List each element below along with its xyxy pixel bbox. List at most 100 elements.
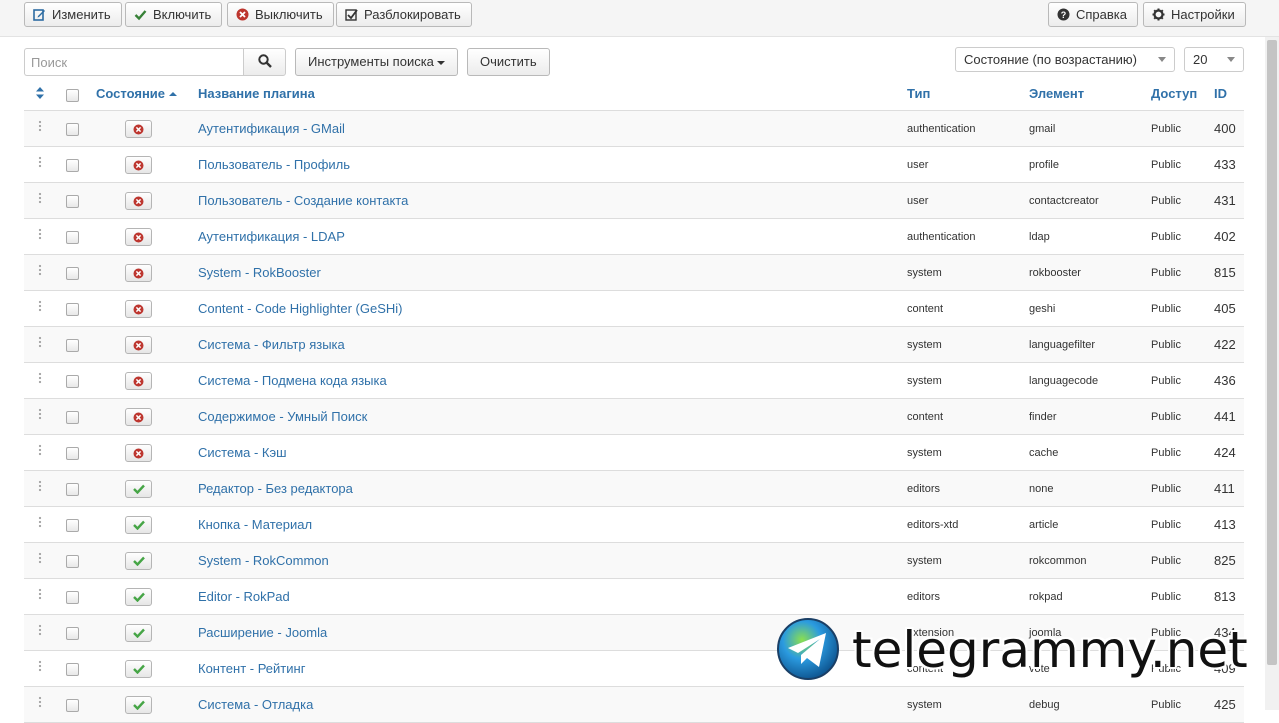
plugin-access: Public <box>1151 123 1181 135</box>
drag-handle-icon[interactable] <box>38 660 42 672</box>
plugin-name-link[interactable]: Содержимое - Умный Поиск <box>198 399 367 435</box>
row-checkbox[interactable] <box>66 159 79 172</box>
scrollbar-thumb[interactable] <box>1267 40 1277 665</box>
status-toggle-enabled[interactable] <box>125 516 152 534</box>
search-input[interactable] <box>24 48 244 76</box>
table-row: Редактор - Без редактора editors none Publi… <box>24 471 1244 507</box>
table-row: Содержимое - Умный Поиск content finder Pub… <box>24 399 1244 435</box>
plugin-access: Public <box>1151 519 1181 531</box>
ordering-sort-icon[interactable] <box>35 76 45 111</box>
drag-handle-icon[interactable] <box>38 192 42 204</box>
plugin-name-link[interactable]: Контент - Рейтинг <box>198 651 305 687</box>
drag-handle-icon[interactable] <box>38 588 42 600</box>
plugin-name-link[interactable]: Расширение - Joomla <box>198 615 327 651</box>
help-button[interactable]: ? Справка <box>1048 2 1138 27</box>
caret-up-icon <box>168 91 177 96</box>
status-toggle-enabled[interactable] <box>125 552 152 570</box>
sort-select[interactable]: Состояние (по возрастанию) <box>955 47 1175 72</box>
plugin-element: rokpad <box>1029 591 1063 603</box>
row-checkbox[interactable] <box>66 591 79 604</box>
plugin-name-link[interactable]: System - RokBooster <box>198 255 321 291</box>
row-checkbox[interactable] <box>66 303 79 316</box>
status-toggle-enabled[interactable] <box>125 588 152 606</box>
row-checkbox[interactable] <box>66 411 79 424</box>
drag-handle-icon[interactable] <box>38 300 42 312</box>
row-checkbox[interactable] <box>66 699 79 712</box>
drag-handle-icon[interactable] <box>38 552 42 564</box>
status-toggle-disabled[interactable] <box>125 228 152 246</box>
status-toggle-disabled[interactable] <box>125 120 152 138</box>
row-checkbox[interactable] <box>66 267 79 280</box>
status-toggle-disabled[interactable] <box>125 156 152 174</box>
plugin-name-link[interactable]: Система - Отладка <box>198 687 313 723</box>
disable-button[interactable]: Выключить <box>227 2 334 27</box>
row-checkbox[interactable] <box>66 627 79 640</box>
status-toggle-disabled[interactable] <box>125 444 152 462</box>
row-checkbox[interactable] <box>66 447 79 460</box>
row-checkbox[interactable] <box>66 375 79 388</box>
plugin-name-link[interactable]: Пользователь - Профиль <box>198 147 350 183</box>
select-all-checkbox[interactable] <box>66 89 79 102</box>
plugin-name-link[interactable]: Кнопка - Материал <box>198 507 312 543</box>
plugin-name-link[interactable]: Content - Code Highlighter (GeSHi) <box>198 291 402 327</box>
plugin-name-link[interactable]: Система - Фильтр языка <box>198 327 345 363</box>
row-checkbox[interactable] <box>66 483 79 496</box>
plugin-name-link[interactable]: Аутентификация - GMail <box>198 111 345 147</box>
plugin-name-link[interactable]: Система - Подмена кода языка <box>198 363 387 399</box>
drag-handle-icon[interactable] <box>38 480 42 492</box>
drag-handle-icon[interactable] <box>38 408 42 420</box>
search-button[interactable] <box>243 48 286 76</box>
status-toggle-disabled[interactable] <box>125 264 152 282</box>
element-column-header[interactable]: Элемент <box>1029 76 1084 111</box>
drag-handle-icon[interactable] <box>38 120 42 132</box>
plugin-name-link[interactable]: System - RokCommon <box>198 543 329 579</box>
status-toggle-enabled[interactable] <box>125 480 152 498</box>
plugin-access: Public <box>1151 339 1181 351</box>
row-checkbox[interactable] <box>66 555 79 568</box>
drag-handle-icon[interactable] <box>38 156 42 168</box>
status-toggle-disabled[interactable] <box>125 192 152 210</box>
drag-handle-icon[interactable] <box>38 624 42 636</box>
status-column-header[interactable]: Состояние <box>96 76 177 111</box>
drag-handle-icon[interactable] <box>38 264 42 276</box>
access-column-header[interactable]: Доступ <box>1151 76 1197 111</box>
drag-handle-icon[interactable] <box>38 444 42 456</box>
watermark: telegrammy.net <box>776 617 1266 682</box>
drag-handle-icon[interactable] <box>38 228 42 240</box>
id-column-header[interactable]: ID <box>1214 76 1227 111</box>
status-toggle-enabled[interactable] <box>125 624 152 642</box>
drag-handle-icon[interactable] <box>38 336 42 348</box>
clear-button[interactable]: Очистить <box>467 48 550 76</box>
limit-select[interactable]: 20 <box>1184 47 1244 72</box>
row-checkbox[interactable] <box>66 123 79 136</box>
row-checkbox[interactable] <box>66 519 79 532</box>
row-checkbox[interactable] <box>66 195 79 208</box>
plugin-name-link[interactable]: Пользователь - Создание контакта <box>198 183 408 219</box>
plugin-name-link[interactable]: Editor - RokPad <box>198 579 290 615</box>
row-checkbox[interactable] <box>66 663 79 676</box>
row-checkbox[interactable] <box>66 231 79 244</box>
settings-button[interactable]: Настройки <box>1143 2 1246 27</box>
plugin-name-link[interactable]: Аутентификация - LDAP <box>198 219 345 255</box>
status-toggle-enabled[interactable] <box>125 696 152 714</box>
plugin-name-link[interactable]: Редактор - Без редактора <box>198 471 353 507</box>
table-row: Система - Подмена кода языка system langua… <box>24 363 1244 399</box>
enable-button[interactable]: Включить <box>125 2 223 27</box>
status-toggle-enabled[interactable] <box>125 660 152 678</box>
drag-handle-icon[interactable] <box>38 516 42 528</box>
drag-handle-icon[interactable] <box>38 696 42 708</box>
plugin-name-link[interactable]: Система - Кэш <box>198 435 287 471</box>
drag-handle-icon[interactable] <box>38 372 42 384</box>
name-column-header[interactable]: Название плагина <box>198 76 315 111</box>
search-tools-button[interactable]: Инструменты поиска <box>295 48 458 76</box>
plugin-access: Public <box>1151 411 1181 423</box>
status-toggle-disabled[interactable] <box>125 372 152 390</box>
status-toggle-disabled[interactable] <box>125 336 152 354</box>
type-column-header[interactable]: Тип <box>907 76 930 111</box>
unlock-button[interactable]: Разблокировать <box>336 2 472 27</box>
edit-button[interactable]: Изменить <box>24 2 122 27</box>
status-toggle-disabled[interactable] <box>125 408 152 426</box>
row-checkbox[interactable] <box>66 339 79 352</box>
plugin-access: Public <box>1151 195 1181 207</box>
status-toggle-disabled[interactable] <box>125 300 152 318</box>
